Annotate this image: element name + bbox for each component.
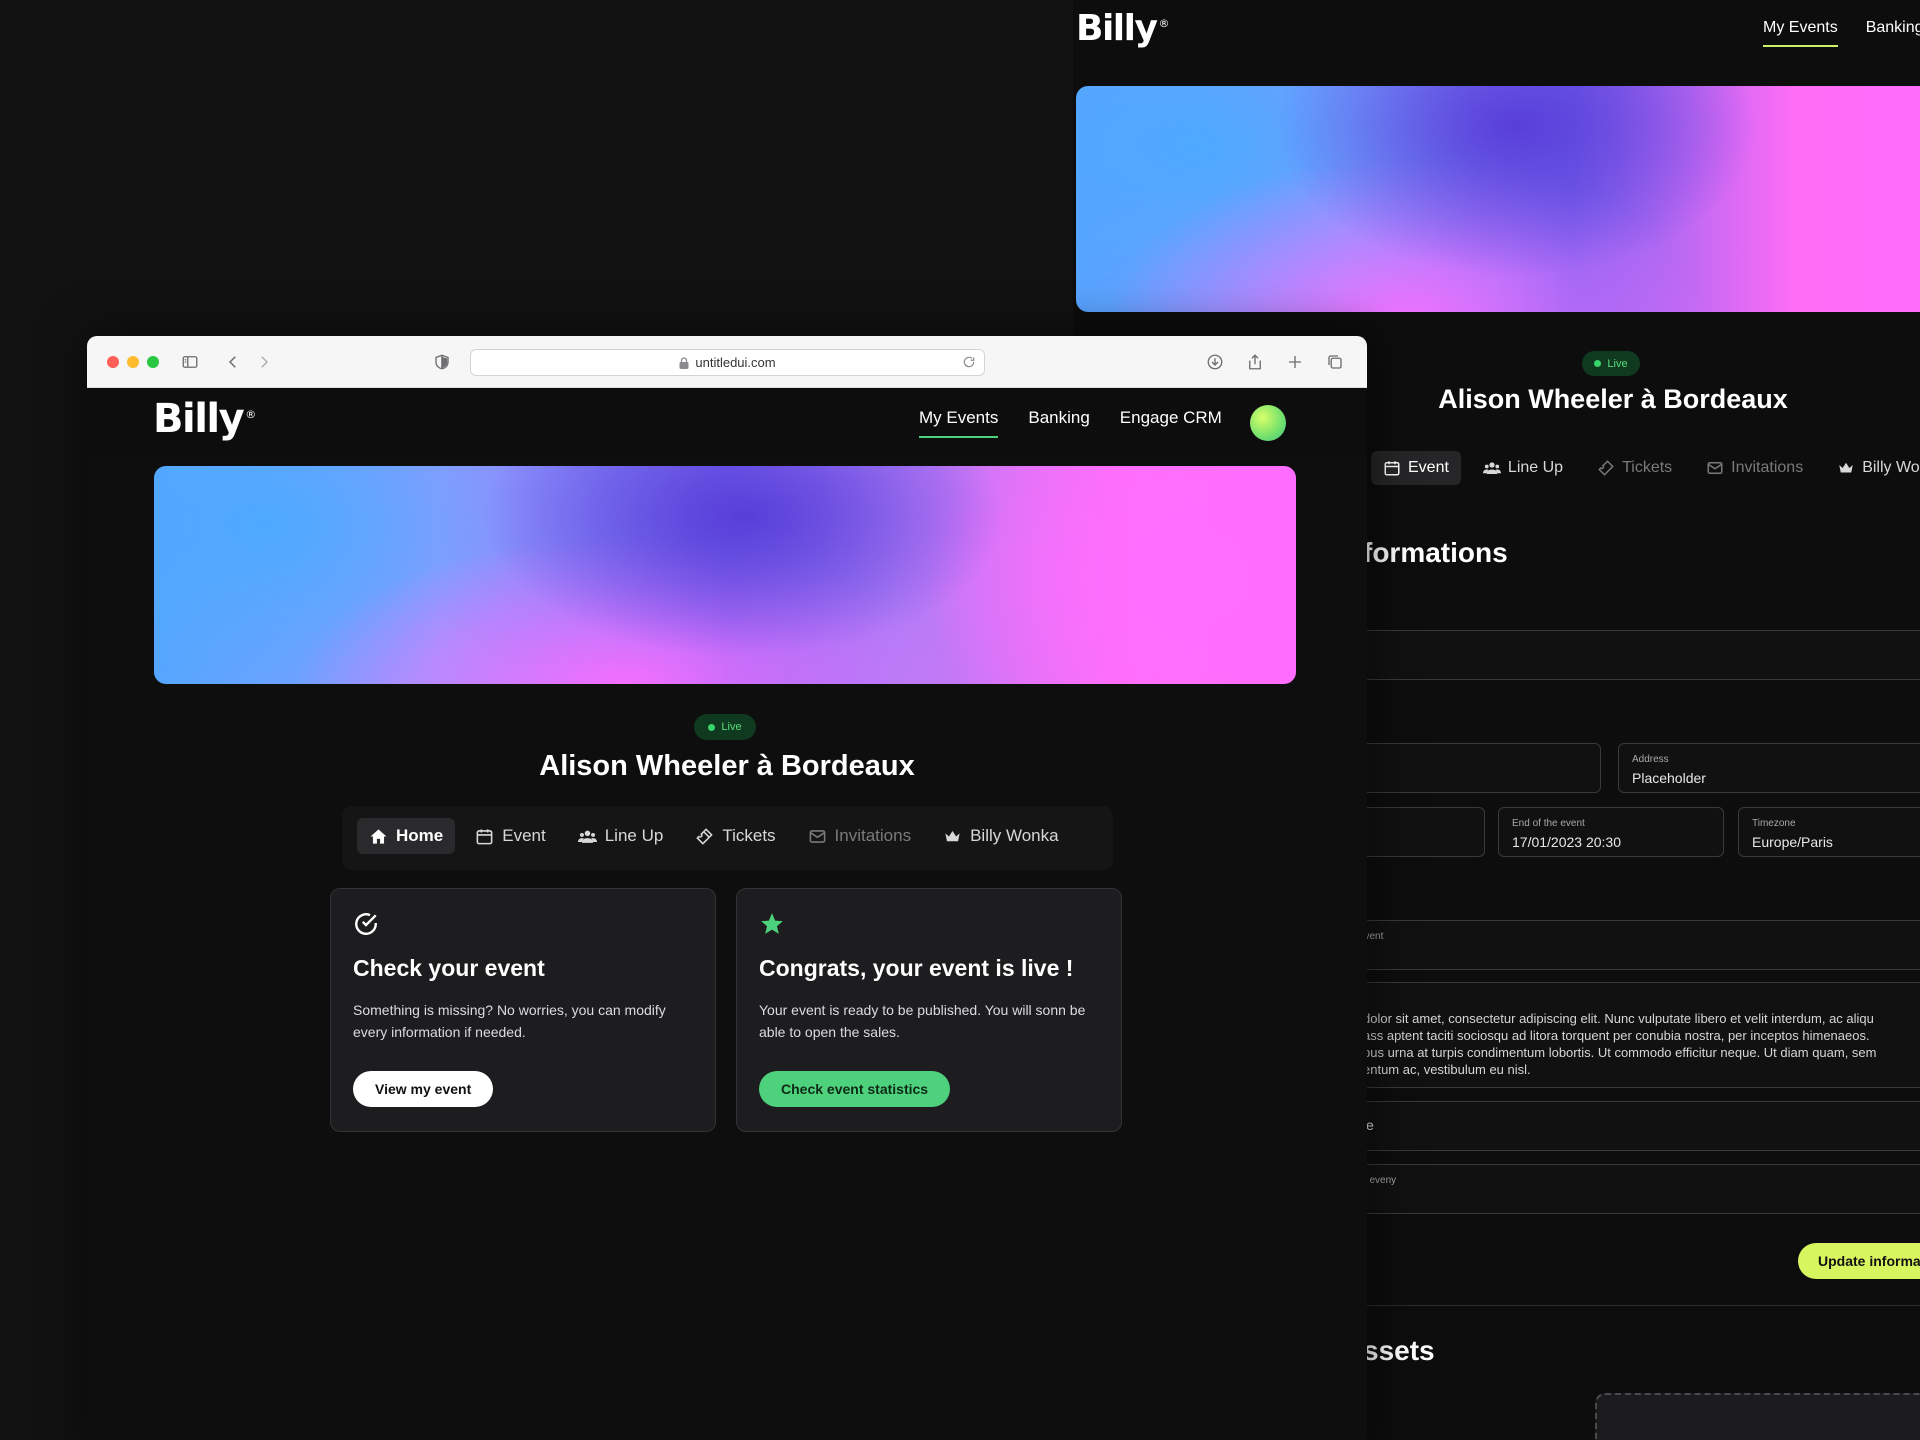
lock-icon	[679, 356, 689, 369]
tab-event[interactable]: Event	[463, 818, 557, 854]
calendar-icon	[476, 828, 493, 844]
check-circle-icon	[355, 913, 377, 935]
sidebar-icon[interactable]	[179, 351, 201, 373]
tab-overview-icon[interactable]	[1324, 351, 1346, 373]
maximize-window-button[interactable]	[147, 356, 159, 368]
tab-tickets[interactable]: Tickets	[683, 818, 787, 854]
star-icon	[761, 913, 783, 934]
live-dot	[1594, 360, 1602, 367]
card-text: Something is missing? No worries, you ca…	[353, 1002, 666, 1040]
back-event-title: Alison Wheeler à Bordeaux	[1438, 384, 1788, 414]
share-icon[interactable]	[1244, 351, 1266, 373]
shield-icon[interactable]	[431, 351, 453, 373]
back-divider	[1363, 1305, 1920, 1306]
address-field[interactable]: Address Placeholder	[1618, 743, 1920, 793]
card-title: Check your event	[353, 955, 545, 981]
back-site-nav: Billy ® My Events Banking	[1073, 0, 1920, 62]
reload-icon[interactable]	[962, 355, 976, 369]
event-tabs: Home Event Line Up Tickets Invitations B…	[342, 806, 1113, 870]
event-banner	[154, 466, 1296, 684]
url-text: untitledui.com	[695, 355, 776, 370]
live-dot	[708, 723, 716, 731]
update-information-button[interactable]: Update informa	[1798, 1243, 1920, 1279]
back-nav-banking[interactable]: Banking	[1866, 19, 1920, 47]
back-event-tabs: Event Line Up Tickets Invitations Billy …	[1371, 451, 1920, 485]
nav-links: My Events Banking Engage CRM	[919, 408, 1222, 438]
check-event-card: Check your event Something is missing? N…	[330, 888, 716, 1132]
nav-my-events[interactable]: My Events	[919, 408, 999, 438]
back-nav-my-events[interactable]: My Events	[1763, 19, 1838, 47]
back-nav-links: My Events Banking	[1763, 19, 1920, 47]
tab-line-up[interactable]: Line Up	[566, 818, 676, 854]
back-live-badge: Live	[1582, 351, 1640, 376]
nav-engage-crm[interactable]: Engage CRM	[1120, 408, 1222, 438]
end-date-field[interactable]: End of the event 17/01/2023 20:30	[1498, 807, 1724, 857]
live-badge: Live	[694, 714, 756, 740]
description-text: dolor sit amet, consectetur adipiscing e…	[1363, 1011, 1877, 1077]
visibility-field[interactable]: sible	[1343, 1101, 1920, 1151]
browser-toolbar: untitledui.com	[87, 336, 1367, 388]
tab-invitations[interactable]: Invitations	[796, 818, 924, 854]
back-arrow-icon[interactable]	[222, 351, 244, 373]
site-nav: Billy ® My Events Banking Engage CRM	[87, 388, 1367, 456]
card-title: Congrats, your event is live !	[759, 955, 1074, 981]
browser-window: untitledui.com Billy ® My Events Banking …	[87, 336, 1367, 1440]
back-tab-billy-wonka[interactable]: Billy Wo	[1825, 451, 1920, 485]
tab-home[interactable]: Home	[357, 818, 456, 854]
mail-icon	[1707, 462, 1723, 474]
users-icon	[577, 830, 597, 843]
back-tab-invitations[interactable]: Invitations	[1694, 451, 1815, 485]
ticket-icon	[1598, 460, 1614, 476]
view-my-event-button[interactable]: View my event	[353, 1071, 494, 1107]
event-name-field[interactable]	[1343, 630, 1920, 680]
users-icon	[1482, 462, 1501, 474]
minimize-window-button[interactable]	[127, 356, 139, 368]
forward-arrow-icon[interactable]	[253, 351, 275, 373]
crown-icon	[1839, 462, 1853, 473]
address-bar[interactable]: untitledui.com	[470, 349, 985, 376]
card-text: Your event is ready to be published. You…	[759, 1002, 1086, 1040]
back-tab-line-up[interactable]: Line Up	[1471, 451, 1575, 485]
asset-dropzone[interactable]	[1595, 1393, 1920, 1440]
home-icon	[370, 828, 387, 844]
venue-field[interactable]	[1343, 743, 1601, 793]
back-tab-tickets[interactable]: Tickets	[1585, 451, 1684, 485]
back-tab-event[interactable]: Event	[1371, 451, 1461, 485]
back-logo[interactable]: Billy ®	[1076, 8, 1169, 49]
billy-logo[interactable]: Billy ®	[153, 396, 256, 442]
close-window-button[interactable]	[107, 356, 119, 368]
new-tab-icon[interactable]	[1284, 351, 1306, 373]
check-event-statistics-button[interactable]: Check event statistics	[759, 1071, 951, 1107]
back-event-banner	[1076, 86, 1920, 312]
mail-icon	[809, 829, 825, 843]
tab-billy-wonka[interactable]: Billy Wonka	[931, 818, 1071, 854]
timezone-field[interactable]: Timezone Europe/Paris	[1738, 807, 1920, 857]
avatar[interactable]	[1250, 405, 1286, 441]
share-field[interactable]: n my eveny	[1343, 1164, 1920, 1214]
ticket-icon	[696, 827, 714, 845]
assets-heading: ssets	[1363, 1335, 1435, 1366]
calendar-icon	[1384, 461, 1400, 476]
event-live-card: Congrats, your event is live ! Your even…	[736, 888, 1122, 1132]
event-title: Alison Wheeler à Bordeaux	[539, 750, 915, 782]
nav-banking[interactable]: Banking	[1028, 408, 1089, 438]
crown-icon	[945, 830, 960, 841]
capacity-field[interactable]: he event s)	[1343, 920, 1920, 970]
informations-heading: formations	[1363, 537, 1508, 568]
canvas: Billy ® My Events Banking Live Alison Whe…	[0, 0, 1920, 1440]
download-icon[interactable]	[1204, 351, 1226, 373]
